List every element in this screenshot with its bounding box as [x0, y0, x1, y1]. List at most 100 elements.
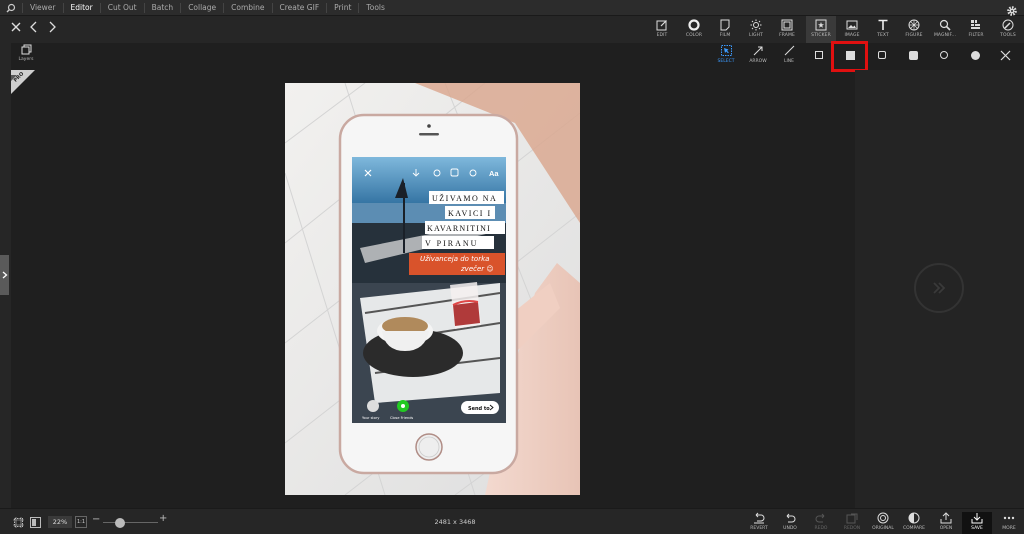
- circle-filled-icon: [970, 50, 980, 60]
- tool-color[interactable]: COLOR: [679, 16, 709, 43]
- headline-line-3: KAVARNITINI: [427, 224, 491, 233]
- sticker-icon: [815, 19, 827, 31]
- pro-badge: PRO: [11, 70, 35, 94]
- zoom-in-button[interactable]: +: [159, 513, 167, 524]
- subtool-select[interactable]: SELECT: [711, 45, 741, 70]
- open-icon: [940, 512, 952, 524]
- canvas-photo[interactable]: Aa UŽIVAMO NA KAVICI I KAVARNITINI V PIR…: [285, 83, 580, 495]
- tool-filter[interactable]: FILTER: [961, 16, 991, 43]
- close-icon[interactable]: [10, 21, 22, 33]
- actual-size-button[interactable]: 1:1: [75, 516, 87, 528]
- compare-button[interactable]: COMPARE: [899, 512, 929, 534]
- tool-frame[interactable]: FRAME: [772, 16, 802, 43]
- app-logo-icon[interactable]: [0, 0, 22, 16]
- line-icon: [784, 45, 794, 56]
- open-button[interactable]: OPEN: [931, 512, 961, 534]
- tool-edit-label: EDIT: [656, 33, 668, 38]
- open-label: OPEN: [939, 526, 953, 531]
- nav-collage[interactable]: Collage: [180, 2, 223, 13]
- your-story-label: Your story: [362, 416, 379, 420]
- film-icon: [720, 19, 730, 31]
- more-button[interactable]: MORE: [994, 512, 1024, 534]
- image-icon: [846, 20, 858, 30]
- zoom-value[interactable]: 22%: [48, 516, 72, 528]
- nav-batch[interactable]: Batch: [143, 2, 181, 13]
- back-arrow-icon[interactable]: [28, 21, 40, 33]
- photo-editor-app: Viewer Editor Cut Out Batch Collage Comb…: [0, 0, 1024, 534]
- revert-button[interactable]: REVERT: [744, 512, 774, 534]
- shape-circle-filled[interactable]: [968, 48, 982, 62]
- rounded-square-filled-icon: [908, 50, 918, 60]
- tool-light[interactable]: LIGHT: [741, 16, 771, 43]
- subtool-line[interactable]: LINE: [774, 45, 804, 70]
- rounded-square-outline-icon: [878, 51, 886, 59]
- select-icon: [720, 45, 732, 56]
- compare-label: COMPARE: [902, 526, 926, 531]
- tool-light-label: LIGHT: [749, 33, 763, 38]
- nav-create-gif[interactable]: Create GIF: [271, 2, 327, 13]
- undo-icon: [786, 513, 796, 523]
- nav-tools[interactable]: Tools: [358, 2, 391, 13]
- redon-icon: [846, 513, 858, 524]
- shape-rounded-square-outline[interactable]: [875, 48, 889, 62]
- close-subtoolbar-button[interactable]: [998, 48, 1012, 62]
- tool-sticker[interactable]: STICKER: [806, 16, 836, 43]
- save-button[interactable]: SAVE: [962, 512, 992, 534]
- close-friends-label: Close Friends: [390, 416, 413, 420]
- headline-line-4: V PIRANU: [425, 239, 478, 248]
- filter-icon: [971, 20, 980, 29]
- nav-editor[interactable]: Editor: [62, 2, 100, 13]
- subtool-select-label: SELECT: [717, 59, 735, 64]
- tools-icon: [1002, 19, 1014, 31]
- magnifier-icon: [939, 19, 951, 31]
- fit-view-icon[interactable]: [30, 517, 41, 528]
- tool-figure[interactable]: FIGURE: [899, 16, 929, 43]
- nav-print[interactable]: Print: [326, 2, 358, 13]
- original-button[interactable]: ORIGINAL: [868, 512, 898, 534]
- nav-cut-out[interactable]: Cut Out: [99, 2, 144, 13]
- compare-icon: [908, 512, 920, 524]
- square-outline-icon: [815, 51, 823, 59]
- subtool-arrow[interactable]: ARROW: [743, 45, 773, 70]
- headline-line-2: KAVICI I: [448, 209, 492, 218]
- shape-rounded-square-filled[interactable]: [906, 48, 920, 62]
- bottom-bar: 22% 1:1 − + 2481 x 3468 REVERT UNDO REDO…: [0, 508, 1024, 534]
- subtool-arrow-label: ARROW: [749, 59, 767, 64]
- tool-sticker-label: STICKER: [811, 33, 831, 38]
- tool-tools[interactable]: TOOLS: [993, 16, 1023, 43]
- zoom-slider-knob[interactable]: [115, 518, 126, 528]
- next-button[interactable]: [914, 263, 964, 313]
- settings-gear-icon[interactable]: [1006, 2, 1018, 16]
- tool-frame-label: FRAME: [779, 33, 795, 38]
- expand-panel-button[interactable]: [0, 255, 9, 295]
- shape-circle-outline[interactable]: [937, 48, 951, 62]
- tool-film[interactable]: FILM: [710, 16, 740, 43]
- redo-label: REDO: [814, 526, 828, 531]
- shape-square-outline[interactable]: [812, 48, 826, 62]
- redon-button[interactable]: REDON: [837, 512, 867, 534]
- zoom-out-button[interactable]: −: [92, 514, 100, 525]
- color-icon: [688, 19, 700, 31]
- subtext-line-2: zvečer 😉: [460, 265, 494, 273]
- nav-viewer[interactable]: Viewer: [22, 2, 63, 13]
- nav-combine[interactable]: Combine: [223, 2, 271, 13]
- revert-icon: [754, 512, 765, 524]
- tool-edit[interactable]: EDIT: [647, 16, 677, 43]
- crop-select-icon[interactable]: [13, 517, 24, 528]
- forward-arrow-icon[interactable]: [46, 21, 58, 33]
- save-label: SAVE: [971, 526, 983, 531]
- top-navigation: Viewer Editor Cut Out Batch Collage Comb…: [0, 0, 1024, 16]
- arrow-icon: [753, 46, 762, 56]
- layers-button[interactable]: Layers: [14, 44, 38, 68]
- zoom-slider[interactable]: [103, 518, 158, 528]
- undo-button[interactable]: UNDO: [775, 512, 805, 534]
- tool-text[interactable]: TEXT: [868, 16, 898, 43]
- tool-image[interactable]: IMAGE: [837, 16, 867, 43]
- tool-magnifier[interactable]: MAGNIF...: [930, 16, 960, 43]
- redon-label: REDON: [843, 526, 861, 531]
- tool-magnifier-label: MAGNIF...: [933, 33, 957, 38]
- tool-text-label: TEXT: [877, 33, 889, 38]
- original-label: ORIGINAL: [872, 526, 894, 531]
- subtext-line-1: Uživanceja do torka: [420, 255, 489, 263]
- redo-button[interactable]: REDO: [806, 512, 836, 534]
